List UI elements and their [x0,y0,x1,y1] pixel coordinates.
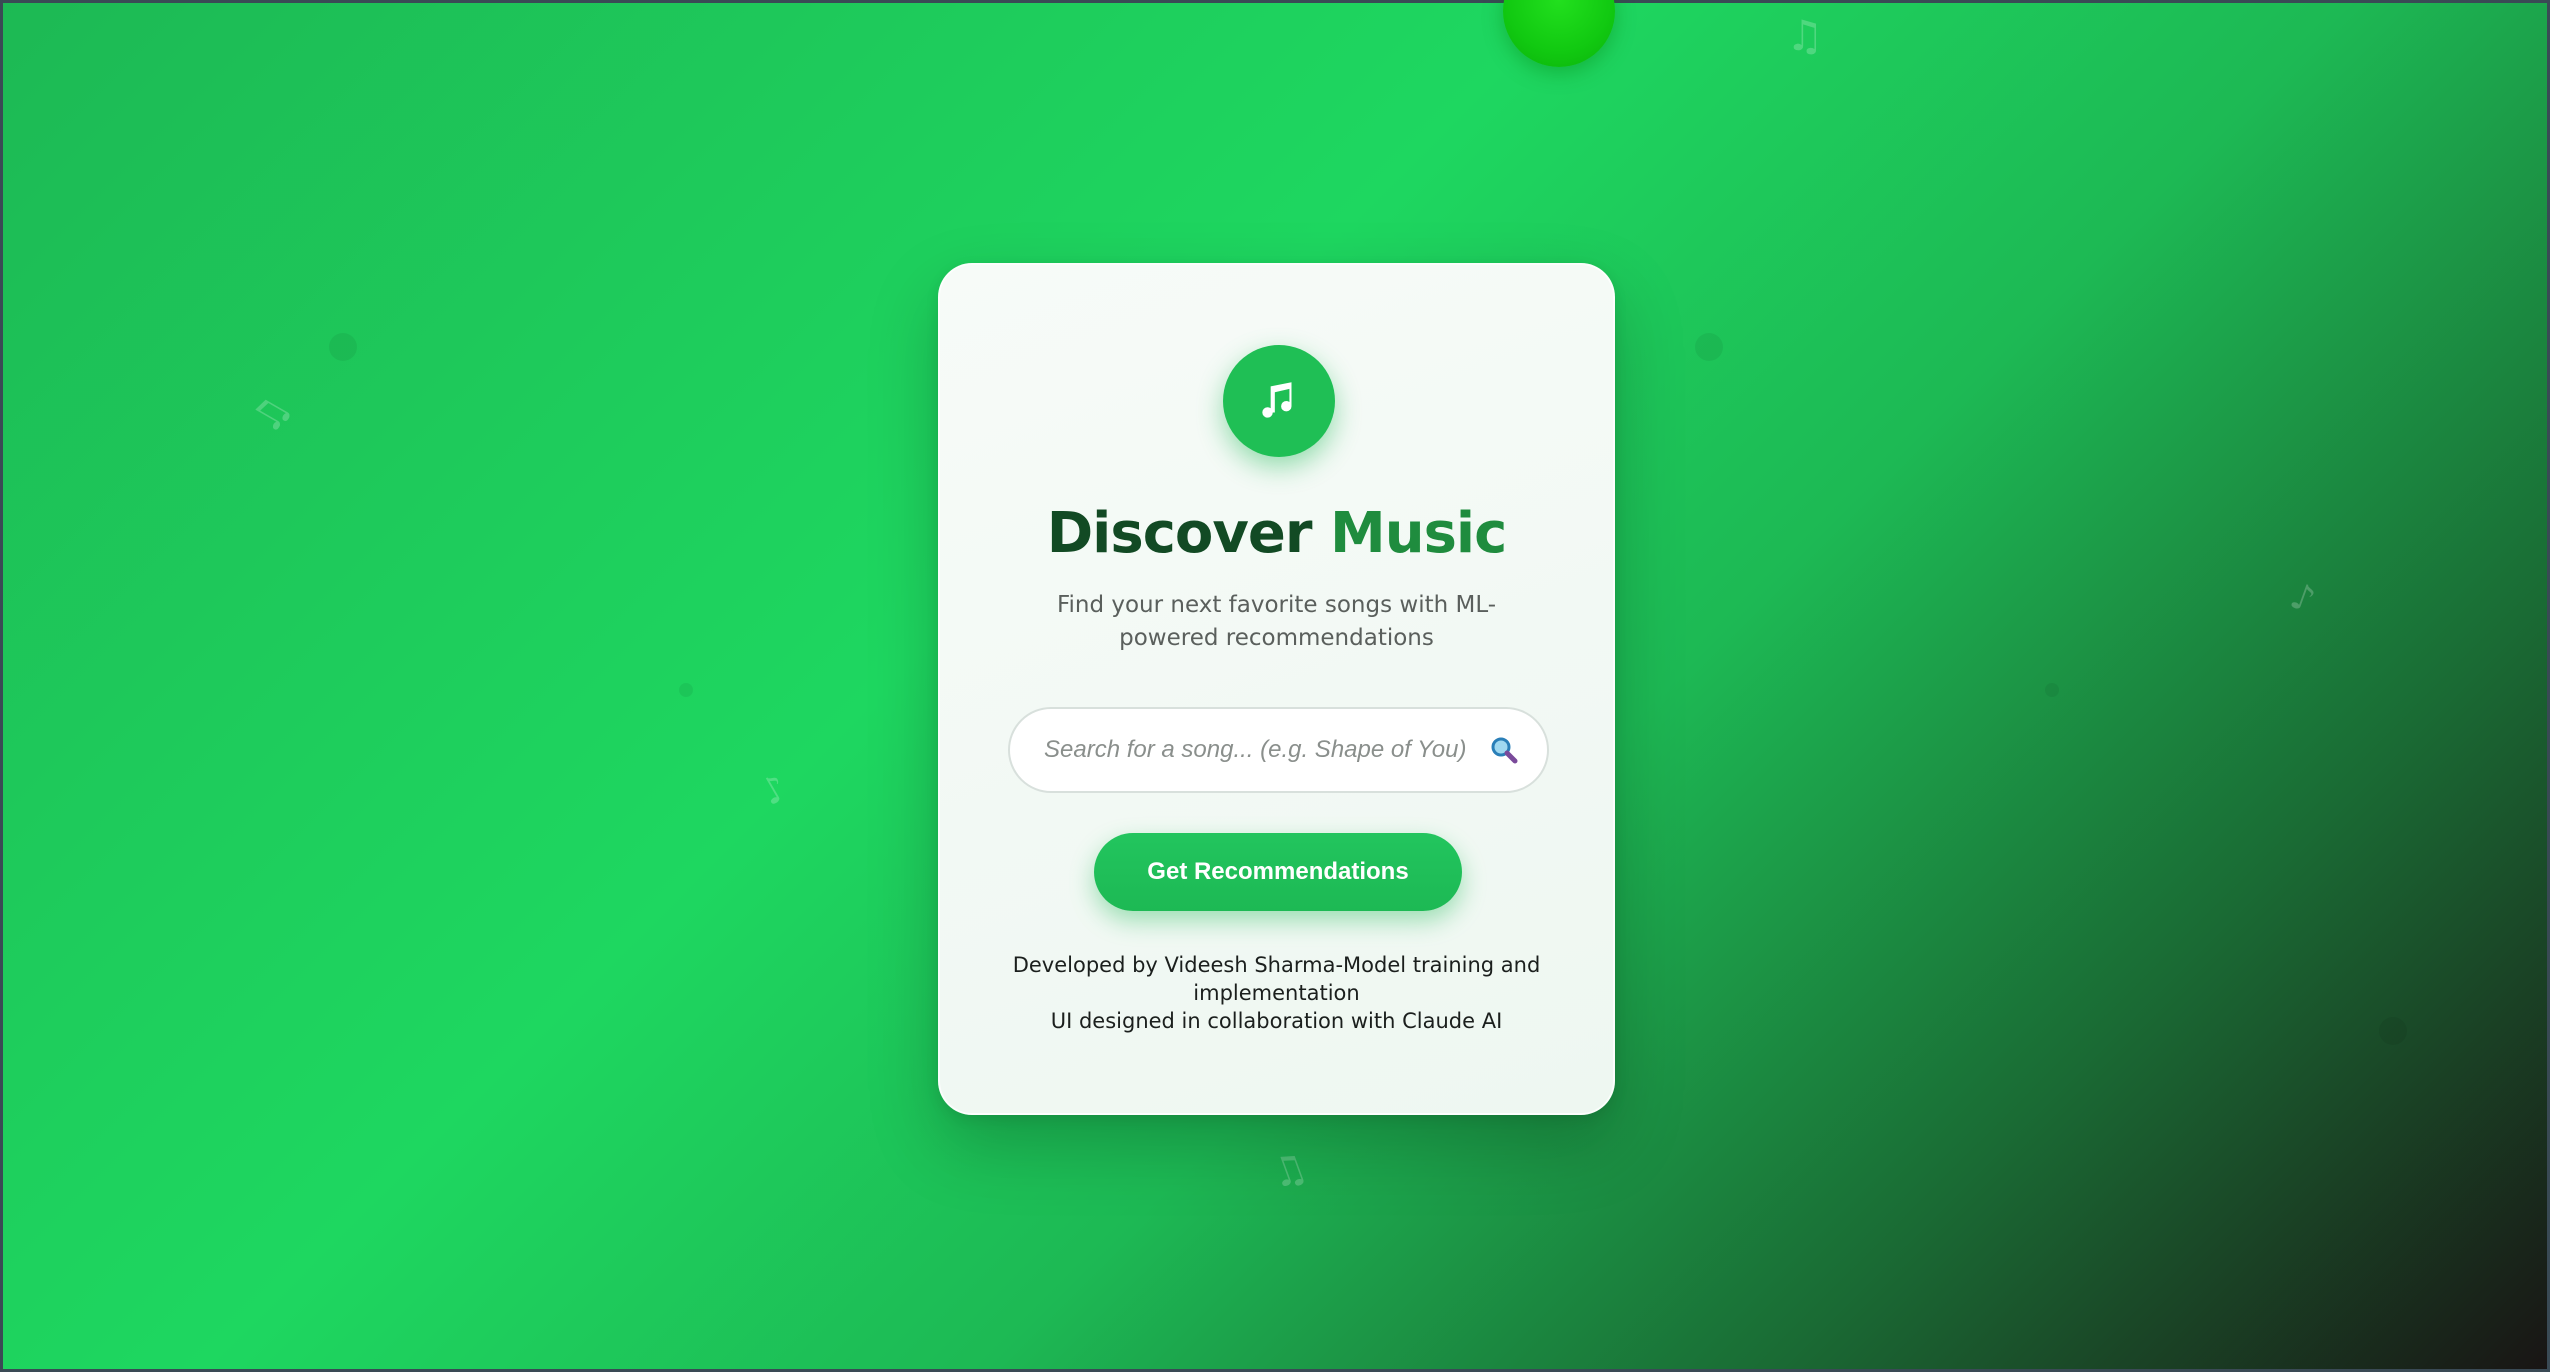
search-bar [1008,707,1549,793]
music-note-decoration-icon: ♫ [242,387,300,443]
magnifier-icon[interactable] [1489,735,1519,765]
credits-line-developer: Developed by Videesh Sharma-Model traini… [1012,953,1541,1005]
search-input[interactable] [1044,736,1479,764]
music-note-decoration-icon: ♪ [754,767,795,815]
credits: Developed by Videesh Sharma-Model traini… [1010,951,1543,1035]
music-note-decoration-icon: ♫ [1264,1143,1314,1199]
title-word: Discover [1046,501,1313,566]
music-note-icon [1223,345,1335,457]
background-dot [329,333,357,361]
page-title: Discover Music [940,501,1613,566]
credits-line-ui: UI designed in collaboration with Claude… [1050,1009,1503,1033]
discover-card: Discover Music Find your next favorite s… [938,263,1615,1115]
background-dot [1695,333,1723,361]
floating-green-orb [1503,0,1615,67]
background-dot [2045,683,2059,697]
background-dot [2379,1017,2407,1045]
get-recommendations-button[interactable]: Get Recommendations [1094,833,1462,911]
subtitle: Find your next favorite songs with ML-po… [1056,592,1497,651]
title-accent-word: Music [1329,501,1507,566]
music-note-decoration-icon: ♪ [2284,575,2321,622]
music-note-glyph [1262,382,1292,418]
background-dot [679,683,693,697]
music-note-decoration-icon: ♫ [1786,11,1824,60]
